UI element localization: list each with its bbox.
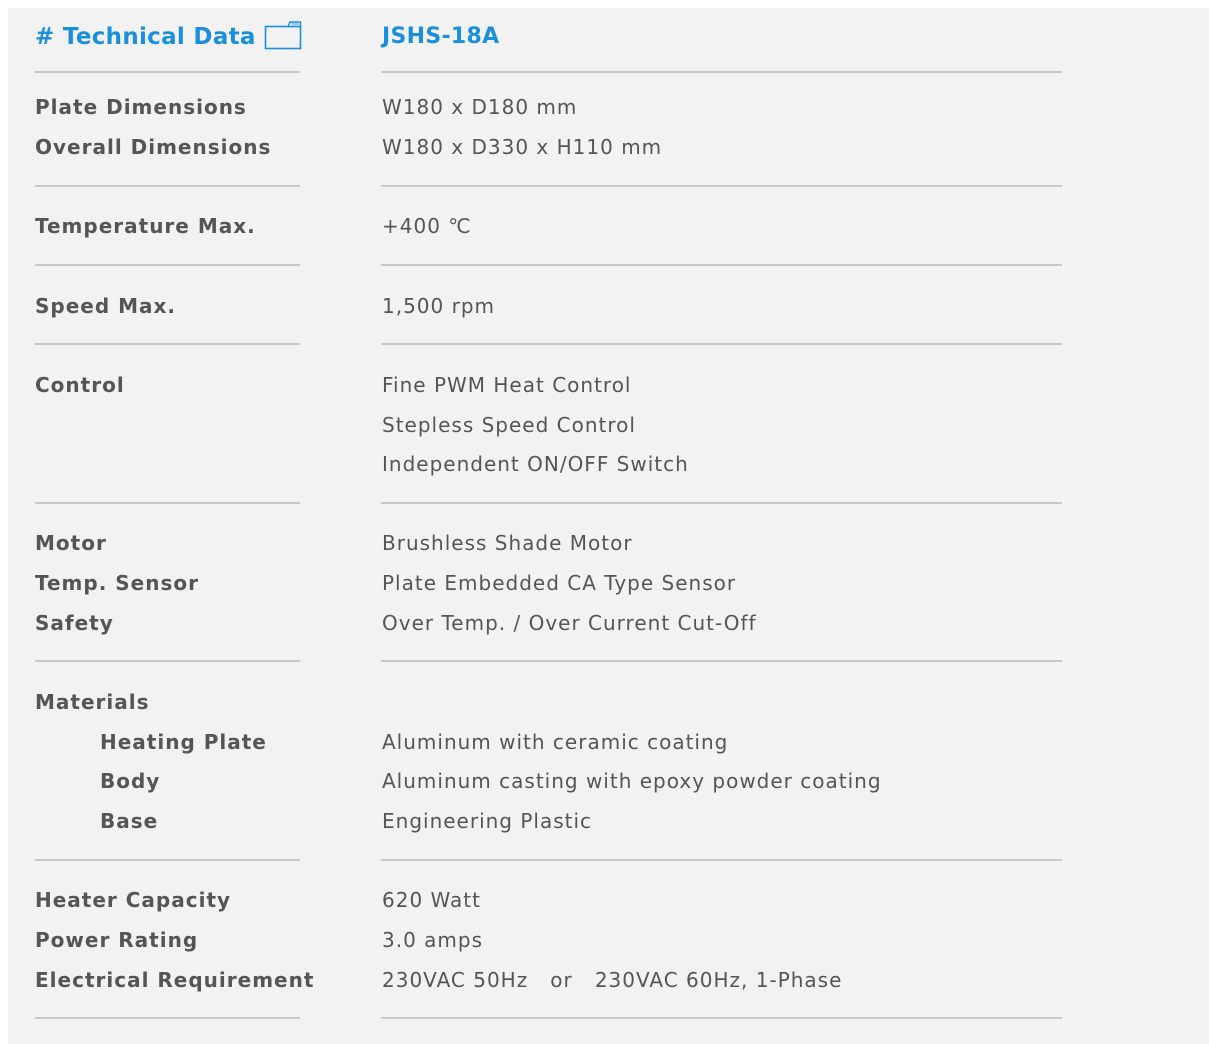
divider — [381, 1017, 1062, 1019]
speed-max-value: 1,500 rpm — [382, 294, 496, 318]
motor-label: Motor — [35, 531, 107, 555]
divider — [381, 264, 1062, 266]
control-value: Fine PWM Heat Control — [382, 373, 632, 397]
divider — [381, 859, 1062, 861]
divider — [381, 185, 1062, 187]
electrical-requirement-label: Electrical Requirement — [35, 968, 315, 992]
divider — [35, 343, 300, 345]
plate-dimensions-label: Plate Dimensions — [35, 95, 247, 119]
folder-icon[interactable] — [264, 19, 302, 51]
electrical-requirement-value: 230VAC 50Hz or 230VAC 60Hz, 1-Phase — [382, 968, 843, 992]
divider — [35, 71, 300, 73]
divider — [381, 343, 1062, 345]
divider — [35, 264, 300, 266]
body-label: Body — [100, 769, 161, 793]
base-value: Engineering Plastic — [382, 809, 593, 833]
divider — [35, 660, 300, 662]
section-title: # Technical Data — [35, 24, 256, 50]
heating-plate-label: Heating Plate — [100, 730, 267, 754]
safety-label: Safety — [35, 611, 114, 635]
speed-max-label: Speed Max. — [35, 294, 177, 318]
heating-plate-value: Aluminum with ceramic coating — [382, 730, 729, 754]
temperature-max-label: Temperature Max. — [35, 214, 256, 238]
materials-label: Materials — [35, 690, 150, 714]
temp-sensor-label: Temp. Sensor — [35, 571, 199, 595]
control-value: Stepless Speed Control — [382, 413, 636, 437]
overall-dimensions-value: W180 x D330 x H110 mm — [382, 135, 663, 159]
body-value: Aluminum casting with epoxy powder coati… — [382, 769, 882, 793]
divider — [35, 502, 300, 504]
overall-dimensions-label: Overall Dimensions — [35, 135, 272, 159]
power-rating-value: 3.0 amps — [382, 928, 484, 952]
motor-value: Brushless Shade Motor — [382, 531, 633, 555]
plate-dimensions-value: W180 x D180 mm — [382, 95, 578, 119]
divider — [381, 71, 1062, 73]
divider — [381, 660, 1062, 662]
divider — [35, 185, 300, 187]
divider — [381, 502, 1062, 504]
heater-capacity-value: 620 Watt — [382, 888, 481, 912]
control-label: Control — [35, 373, 125, 397]
temp-sensor-value: Plate Embedded CA Type Sensor — [382, 571, 737, 595]
power-rating-label: Power Rating — [35, 928, 199, 952]
base-label: Base — [100, 809, 159, 833]
divider — [35, 859, 300, 861]
temperature-max-value: +400 ℃ — [382, 214, 472, 238]
control-value: Independent ON/OFF Switch — [382, 452, 689, 476]
heater-capacity-label: Heater Capacity — [35, 888, 232, 912]
model-name: JSHS-18A — [382, 24, 500, 49]
safety-value: Over Temp. / Over Current Cut-Off — [382, 611, 757, 635]
divider — [35, 1017, 300, 1019]
